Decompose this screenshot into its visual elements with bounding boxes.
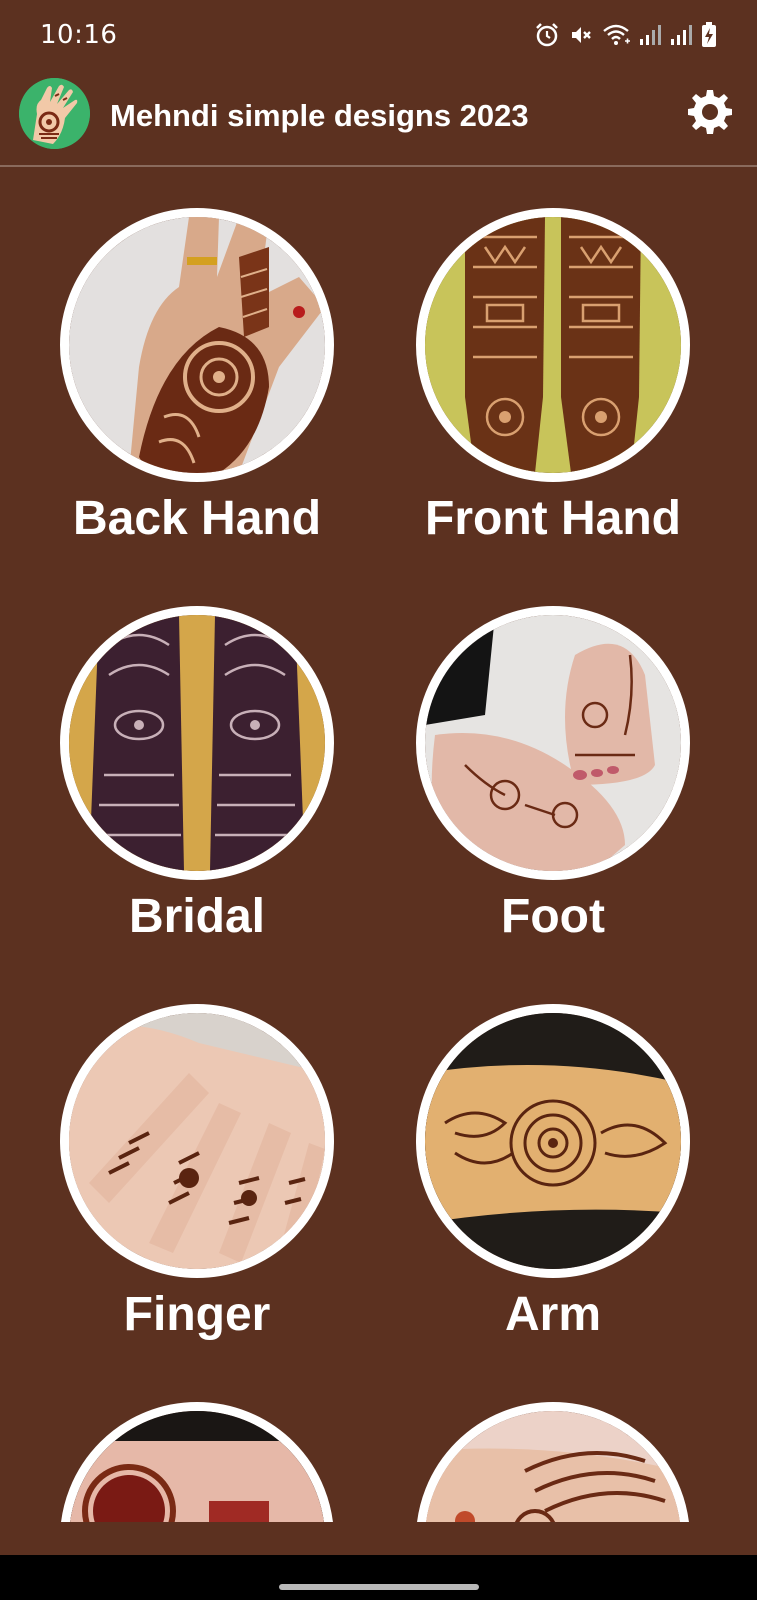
category-label: Foot <box>501 890 605 943</box>
finger-mehndi-photo <box>60 1004 334 1278</box>
category-partial-2[interactable] <box>386 1362 716 1522</box>
settings-button[interactable] <box>685 88 735 138</box>
category-finger[interactable]: Finger <box>30 964 360 1344</box>
category-grid: Back Hand Front Hand Bridal Foot Finger … <box>0 168 757 1548</box>
gear-icon <box>687 88 733 139</box>
henna-hand-logo <box>19 78 90 149</box>
bridal-mehndi-photo <box>60 606 334 880</box>
front-hand-mehndi-photo <box>416 208 690 482</box>
mute-icon <box>569 23 593 47</box>
status-icons <box>534 22 717 48</box>
home-gesture-handle[interactable] <box>279 1584 479 1590</box>
category-arm[interactable]: Arm <box>386 964 716 1344</box>
app-title: Mehndi simple designs 2023 <box>110 98 529 133</box>
category-label: Bridal <box>128 890 266 943</box>
back-hand-mehndi-photo <box>60 208 334 482</box>
battery-charging-icon <box>701 22 717 48</box>
category-front-hand[interactable]: Front Hand <box>386 168 716 548</box>
category-back-hand[interactable]: Back Hand <box>30 168 360 548</box>
app-bar: Mehndi simple designs 2023 <box>0 70 757 167</box>
category-partial-1[interactable] <box>30 1362 360 1522</box>
category-bridal[interactable]: Bridal <box>30 566 360 946</box>
category-label: Finger <box>123 1288 271 1341</box>
status-bar: 10:16 <box>0 0 757 70</box>
status-time: 10:16 <box>40 20 118 50</box>
arm-mehndi-photo <box>416 1004 690 1278</box>
alarm-icon <box>534 22 560 48</box>
category-foot[interactable]: Foot <box>386 566 716 946</box>
navigation-bar <box>0 1555 757 1600</box>
foot-mehndi-photo <box>416 606 690 880</box>
wifi-icon <box>602 23 630 47</box>
category-label: Arm <box>504 1288 602 1341</box>
signal-icon <box>670 23 692 47</box>
jewellery-mehndi-photo <box>416 1402 690 1522</box>
signal-icon <box>639 23 661 47</box>
category-label: Front Hand <box>425 492 681 545</box>
category-label: Back Hand <box>72 492 322 545</box>
round-tikki-mehndi-photo <box>60 1402 334 1522</box>
